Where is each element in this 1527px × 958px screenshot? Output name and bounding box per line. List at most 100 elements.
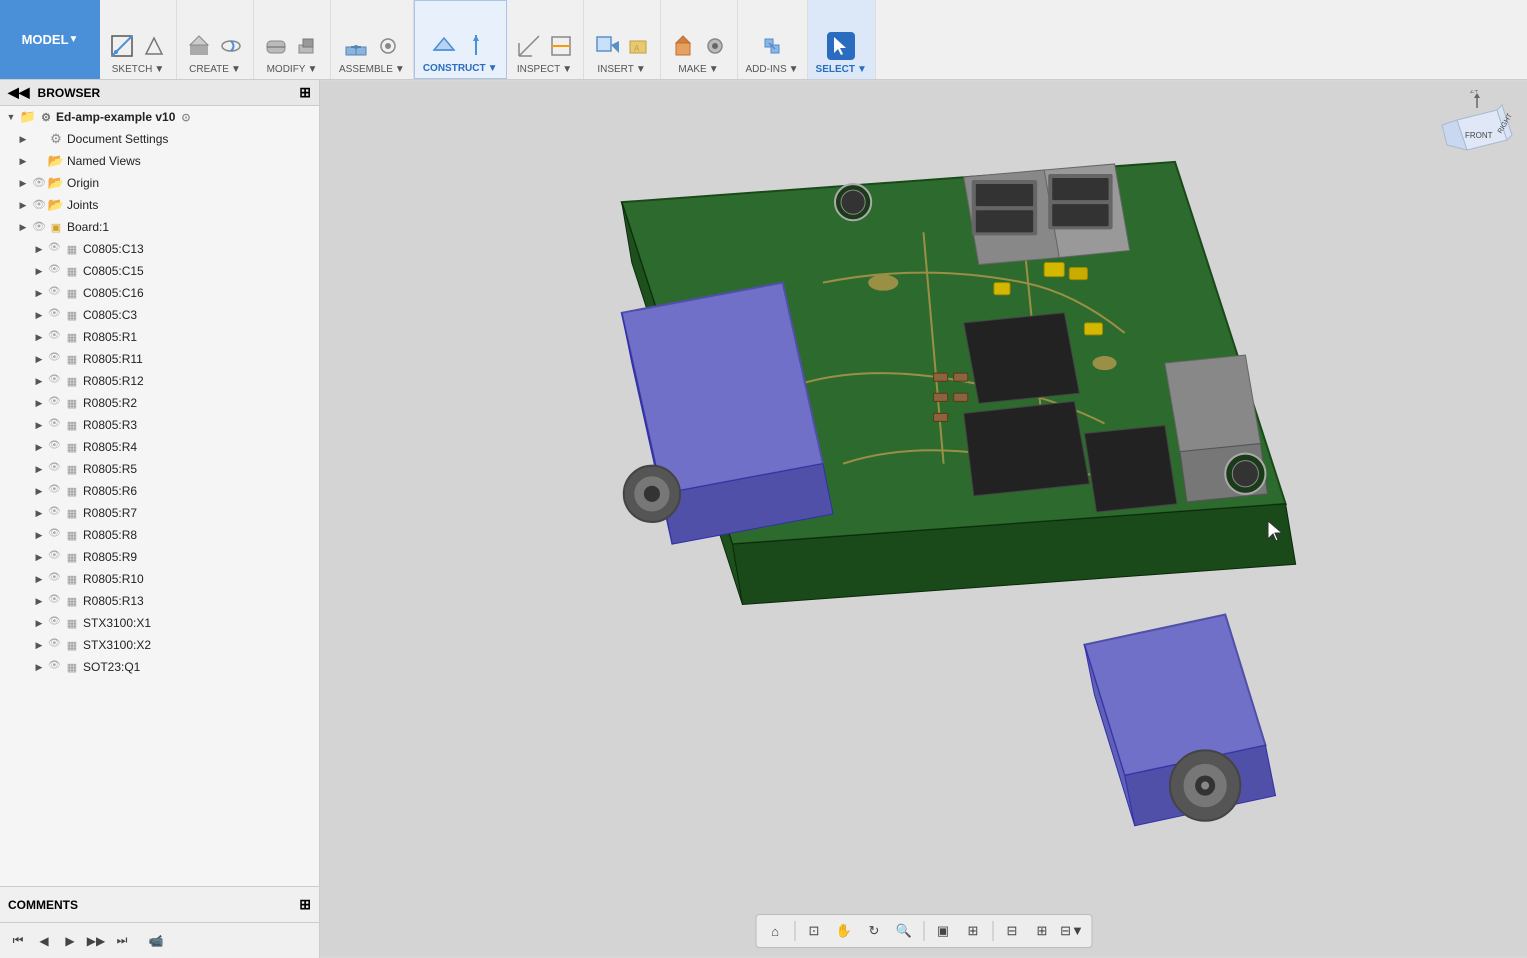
arrow-icon: ▶ <box>16 220 30 234</box>
tree-item-root[interactable]: ▼ 📁 ⚙ Ed-amp-example v10 ⊙ <box>0 106 319 128</box>
select-icon <box>827 32 855 60</box>
tree-item-c0805c16[interactable]: ▶ 👁 ▦ C0805:C16 <box>0 282 319 304</box>
tree-item-r0805r7[interactable]: ▶ 👁 ▦ R0805:R7 <box>0 502 319 524</box>
viewport-bottom-toolbar: ⌂ ⊡ ✋ ↻ 🔍 ▣ ⊞ ⊟ ⊞ ⊟▼ <box>755 914 1092 948</box>
arrow-icon: ▶ <box>32 330 46 344</box>
skip-forward-button[interactable]: ⏭ <box>112 931 132 951</box>
zoom-button[interactable]: 🔍 <box>891 918 917 944</box>
tree-item-r0805r12[interactable]: ▶ 👁 ▦ R0805:R12 <box>0 370 319 392</box>
model-canvas: FRONT RIGHT Z+ ⌂ ⊡ ✋ ↻ 🔍 ▣ ⊞ <box>320 80 1527 958</box>
view-options2-button[interactable]: ⊞ <box>1029 918 1055 944</box>
tree-item-doc-settings[interactable]: ▶ ⚙ Document Settings <box>0 128 319 150</box>
model-label: MODEL <box>22 32 69 47</box>
orbit-button[interactable]: ↻ <box>861 918 887 944</box>
insert-icon <box>592 32 620 60</box>
tree-item-named-views[interactable]: ▶ 📂 Named Views <box>0 150 319 172</box>
tree-item-c0805c3[interactable]: ▶ 👁 ▦ C0805:C3 <box>0 304 319 326</box>
toolbar-group-assemble[interactable]: ASSEMBLE ▼ <box>331 0 414 79</box>
toolbar-group-create[interactable]: CREATE ▼ <box>177 0 254 79</box>
home-view-button[interactable]: ⌂ <box>762 918 788 944</box>
sidebar: ◀◀ BROWSER ⊞ ▼ 📁 ⚙ Ed-amp-example v10 ⊙ … <box>0 80 320 958</box>
browser-collapse-icon[interactable]: ◀◀ <box>8 84 30 101</box>
tree-item-r0805r9[interactable]: ▶ 👁 ▦ R0805:R9 <box>0 546 319 568</box>
component-list: ▶ 👁 ▦ C0805:C13 ▶ 👁 ▦ C0805:C15 ▶ 👁 ▦ C0… <box>0 238 319 678</box>
viewport[interactable]: FRONT RIGHT Z+ ⌂ ⊡ ✋ ↻ 🔍 ▣ ⊞ <box>320 80 1527 958</box>
eye-icon: 👁 <box>48 264 62 278</box>
eye-icon: 👁 <box>48 352 62 366</box>
arrow-icon: ▶ <box>32 418 46 432</box>
component-icon: ▦ <box>64 417 80 433</box>
tree-item-r0805r2[interactable]: ▶ 👁 ▦ R0805:R2 <box>0 392 319 414</box>
tree-item-r0805r1[interactable]: ▶ 👁 ▦ R0805:R1 <box>0 326 319 348</box>
comments-label: COMMENTS <box>8 898 78 912</box>
tree-item-c0805c15[interactable]: ▶ 👁 ▦ C0805:C15 <box>0 260 319 282</box>
play-button[interactable]: ▶ <box>60 931 80 951</box>
skip-back-button[interactable]: ⏮ <box>8 931 28 951</box>
view-options-button[interactable]: ⊟ <box>999 918 1025 944</box>
arrow-icon: ▶ <box>32 506 46 520</box>
comments-panel[interactable]: COMMENTS ⊞ <box>0 886 319 922</box>
tree-item-board1[interactable]: ▶ 👁 ▣ Board:1 <box>0 216 319 238</box>
component-icon: ▦ <box>64 615 80 631</box>
eye-icon: 👁 <box>48 594 62 608</box>
fit-button[interactable]: ⊡ <box>801 918 827 944</box>
root-settings-icon[interactable]: ⊙ <box>181 111 190 124</box>
root-folder-icon: 📁 <box>20 109 36 125</box>
toolbar-group-make[interactable]: MAKE ▼ <box>661 0 738 79</box>
pan-button[interactable]: ✋ <box>831 918 857 944</box>
model-button[interactable]: MODEL <box>0 0 100 79</box>
tree-item-c0805c13[interactable]: ▶ 👁 ▦ C0805:C13 <box>0 238 319 260</box>
assemble-label: ASSEMBLE ▼ <box>339 64 405 75</box>
arrow-icon: ▶ <box>16 154 30 168</box>
tree-item-stx3100x2[interactable]: ▶ 👁 ▦ STX3100:X2 <box>0 634 319 656</box>
prev-button[interactable]: ◀ <box>34 931 54 951</box>
browser-label: BROWSER <box>38 86 101 100</box>
tree-item-r0805r10[interactable]: ▶ 👁 ▦ R0805:R10 <box>0 568 319 590</box>
tree-item-r0805r6[interactable]: ▶ 👁 ▦ R0805:R6 <box>0 480 319 502</box>
tree-item-sot23q1[interactable]: ▶ 👁 ▦ SOT23:Q1 <box>0 656 319 678</box>
section-icon <box>547 32 575 60</box>
browser-options-icon[interactable]: ⊞ <box>299 84 311 101</box>
svg-text:A: A <box>634 44 640 53</box>
toolbar-group-modify[interactable]: MODIFY ▼ <box>254 0 331 79</box>
grid-button[interactable]: ⊞ <box>960 918 986 944</box>
item-label: Document Settings <box>67 132 168 146</box>
comments-options-icon[interactable]: ⊞ <box>299 896 311 913</box>
tree-item-origin[interactable]: ▶ 👁 📂 Origin <box>0 172 319 194</box>
create-label: CREATE ▼ <box>189 64 241 75</box>
item-label: C0805:C15 <box>83 264 144 278</box>
cam-icon <box>701 32 729 60</box>
item-label: R0805:R6 <box>83 484 137 498</box>
tree-item-r0805r3[interactable]: ▶ 👁 ▦ R0805:R3 <box>0 414 319 436</box>
item-label: R0805:R7 <box>83 506 137 520</box>
tree-item-stx3100x1[interactable]: ▶ 👁 ▦ STX3100:X1 <box>0 612 319 634</box>
tree-item-r0805r5[interactable]: ▶ 👁 ▦ R0805:R5 <box>0 458 319 480</box>
record-button[interactable]: 📹 <box>146 931 166 951</box>
viewcube[interactable]: FRONT RIGHT Z+ <box>1437 90 1517 170</box>
eye-icon: 👁 <box>32 176 46 190</box>
tree-item-r0805r4[interactable]: ▶ 👁 ▦ R0805:R4 <box>0 436 319 458</box>
toolbar-group-select[interactable]: SELECT ▼ <box>808 0 876 79</box>
display-mode-button[interactable]: ▣ <box>930 918 956 944</box>
tree-item-r0805r11[interactable]: ▶ 👁 ▦ R0805:R11 <box>0 348 319 370</box>
tree-item-r0805r13[interactable]: ▶ 👁 ▦ R0805:R13 <box>0 590 319 612</box>
browser-tree: ▼ 📁 ⚙ Ed-amp-example v10 ⊙ ▶ ⚙ Document … <box>0 106 319 886</box>
tree-item-r0805r8[interactable]: ▶ 👁 ▦ R0805:R8 <box>0 524 319 546</box>
arrow-icon: ▶ <box>32 374 46 388</box>
component-icon: ▦ <box>64 593 80 609</box>
component-icon: ▦ <box>64 549 80 565</box>
arrow-icon: ▶ <box>32 572 46 586</box>
component-icon: ▦ <box>64 241 80 257</box>
view-options3-button[interactable]: ⊟▼ <box>1059 918 1085 944</box>
next-button[interactable]: ▶▶ <box>86 931 106 951</box>
toolbar-group-insert[interactable]: A INSERT ▼ <box>584 0 661 79</box>
separator <box>794 921 795 941</box>
component-icon: ▦ <box>64 461 80 477</box>
tree-item-joints[interactable]: ▶ 👁 📂 Joints <box>0 194 319 216</box>
toolbar-group-inspect[interactable]: INSPECT ▼ <box>507 0 584 79</box>
item-label: C0805:C16 <box>83 286 144 300</box>
toolbar-group-sketch[interactable]: SKETCH ▼ <box>100 0 177 79</box>
toolbar-group-addins[interactable]: ADD-INS ▼ <box>738 0 808 79</box>
item-label: Board:1 <box>67 220 109 234</box>
toolbar-group-construct[interactable]: CONSTRUCT ▼ <box>414 0 507 79</box>
